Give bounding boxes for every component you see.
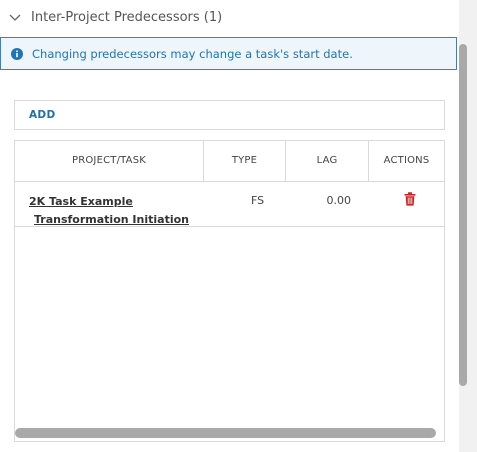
add-button[interactable]: ADD <box>29 109 55 121</box>
predecessors-panel: Inter-Project Predecessors (1) Changing … <box>0 0 459 452</box>
column-header-lag[interactable]: LAG <box>286 141 369 181</box>
trash-icon[interactable] <box>404 192 416 206</box>
column-header-type[interactable]: TYPE <box>204 141 286 181</box>
table-row: 2K Task Example Transformation Initiatio… <box>15 182 444 227</box>
lag-cell: 0.00 <box>326 194 352 207</box>
info-banner: Changing predecessors may change a task'… <box>0 37 457 70</box>
info-message: Changing predecessors may change a task'… <box>32 47 353 61</box>
chevron-down-icon <box>9 14 21 21</box>
column-header-actions: ACTIONS <box>383 155 430 166</box>
task-project-name[interactable]: 2K Task Example <box>29 195 133 208</box>
task-name[interactable]: Transformation Initiation <box>29 211 209 229</box>
column-header-project-task[interactable]: PROJECT/TASK <box>15 141 204 181</box>
table-header: PROJECT/TASK TYPE LAG ACTIONS <box>15 141 444 182</box>
section-title: Inter-Project Predecessors (1) <box>31 10 223 25</box>
add-toolbar: ADD <box>14 100 445 130</box>
section-header-toggle[interactable]: Inter-Project Predecessors (1) <box>0 0 459 36</box>
info-icon <box>11 48 23 60</box>
horizontal-scrollbar[interactable] <box>15 428 436 438</box>
project-task-link[interactable]: 2K Task Example Transformation Initiatio… <box>29 193 209 229</box>
type-cell: FS <box>251 194 265 207</box>
vertical-scrollbar-thumb[interactable] <box>459 44 467 386</box>
predecessors-table: PROJECT/TASK TYPE LAG ACTIONS 2K Task Ex… <box>14 140 445 442</box>
